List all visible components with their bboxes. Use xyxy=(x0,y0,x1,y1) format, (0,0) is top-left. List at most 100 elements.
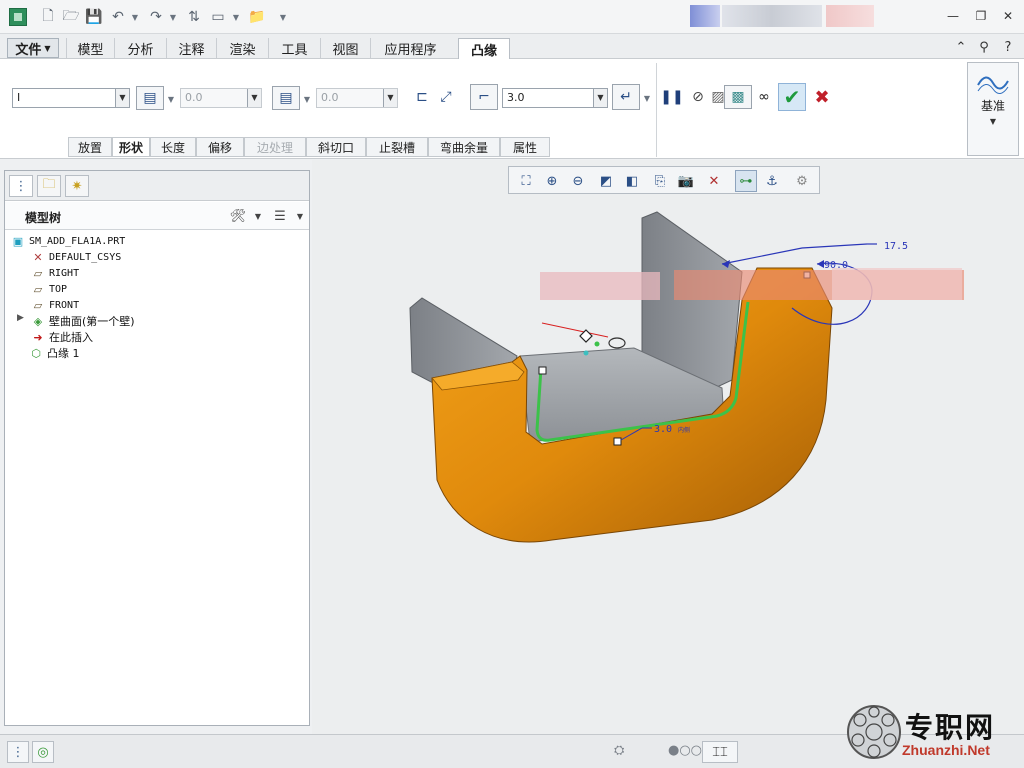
length1-field[interactable]: 0.0 ▼ xyxy=(180,88,262,108)
thickness-field[interactable]: 3.0 ▼ xyxy=(502,88,608,108)
restore-button[interactable]: ❐ xyxy=(972,8,990,24)
tab-file-label: 文件 xyxy=(15,42,42,58)
drag-handle[interactable] xyxy=(538,366,547,375)
settings-gear-icon[interactable]: ⚙ xyxy=(791,170,813,192)
dim-3-0-text[interactable]: 3.0 xyxy=(654,424,672,435)
subtab-miter-cut[interactable]: 斜切口 xyxy=(306,137,366,157)
tree-item-top[interactable]: ▱ TOP xyxy=(31,281,67,297)
minimize-button[interactable]: — xyxy=(944,8,962,24)
tree-show-icon[interactable]: ☰ xyxy=(269,206,291,226)
tab-view[interactable]: 视图 xyxy=(320,38,370,58)
display-style-icon[interactable]: ◧ xyxy=(621,170,643,192)
subtab-bend-allowance[interactable]: 弯曲余量 xyxy=(428,137,500,157)
undo-icon[interactable]: ↶ xyxy=(108,7,128,27)
tab-applications[interactable]: 应用程序 xyxy=(370,38,450,58)
app-icon[interactable] xyxy=(9,8,27,26)
tree-item-flange[interactable]: ⬡ 凸缘 1 xyxy=(29,345,79,361)
dim-17-5-text[interactable]: 17.5 xyxy=(884,241,908,252)
browser-toggle-icon[interactable]: ◎ xyxy=(32,741,54,763)
bend-radius-side-icon[interactable]: ↵ xyxy=(612,84,640,110)
subtab-length[interactable]: 长度 xyxy=(150,137,196,157)
datum-display-icon[interactable]: ✕ xyxy=(703,170,725,192)
customize-icon[interactable]: ▼ xyxy=(278,9,288,25)
tree-item-insert-here[interactable]: ➜ 在此插入 xyxy=(31,329,93,345)
zoom-in-icon[interactable]: ⊕ xyxy=(541,170,563,192)
tree-item-right[interactable]: ▱ RIGHT xyxy=(31,265,79,281)
chevron-down-icon: ▼ xyxy=(115,89,129,107)
shape-select[interactable]: I ▼ xyxy=(12,88,130,108)
length-type2-icon[interactable]: ▤ xyxy=(272,86,300,110)
subtab-properties[interactable]: 属性 xyxy=(500,137,550,157)
saved-views-icon[interactable]: ⎘ xyxy=(649,170,671,192)
save-icon[interactable]: 💾 xyxy=(84,7,104,27)
regenerate-icon[interactable]: ⇅ xyxy=(184,7,204,27)
subtab-shape[interactable]: 形状 xyxy=(112,137,150,157)
tree-item-wall[interactable]: ◈ 壁曲面(第一个壁) xyxy=(31,313,135,329)
tab-tools[interactable]: 工具 xyxy=(268,38,320,58)
sheetmetal-model[interactable]: 17.5 90.0 3.0 内侧 xyxy=(312,160,1024,734)
length2-field[interactable]: 0.0 ▼ xyxy=(316,88,398,108)
cancel-x-icon[interactable]: ✖ xyxy=(808,85,836,109)
watermark-logo-icon xyxy=(847,705,901,759)
close-button[interactable]: ✕ xyxy=(999,8,1017,24)
tree-item-csys[interactable]: ✕ DEFAULT_CSYS xyxy=(31,249,121,265)
view-manager-icon[interactable]: 📷 xyxy=(675,170,697,192)
expand-arrow-icon[interactable]: ▶ xyxy=(17,313,24,323)
tab-flange[interactable]: 凸缘 xyxy=(458,38,510,60)
tree-settings-icon[interactable]: 🛠 xyxy=(227,206,249,226)
datum-group[interactable]: 基准 ▼ xyxy=(967,62,1019,156)
tree-settings-dropdown-icon[interactable]: ▼ xyxy=(253,208,263,224)
undo-dropdown-icon[interactable]: ▼ xyxy=(130,9,140,25)
tab-file[interactable]: 文件 ▼ xyxy=(7,38,59,58)
tree-item-label: SM_ADD_FLA1A.PRT xyxy=(29,235,126,247)
wall-icon: ◈ xyxy=(33,314,43,328)
blur-redaction xyxy=(832,268,962,300)
navigator-toggle-icon[interactable]: ⋮ xyxy=(7,741,29,763)
verify-glasses-icon[interactable]: ∞ xyxy=(750,85,778,109)
help-icon[interactable]: ? xyxy=(999,38,1017,56)
thickness-side-icon[interactable]: ⌐ xyxy=(470,84,498,110)
zoom-out-icon[interactable]: ⊖ xyxy=(567,170,589,192)
selection-filter-icon[interactable]: ⌶⌶ xyxy=(702,741,738,763)
model-tree-tab-icon[interactable]: ⋮ xyxy=(9,175,33,197)
tab-annotate[interactable]: 注释 xyxy=(166,38,216,58)
flip-profile-icon[interactable]: ⤢ xyxy=(432,85,460,109)
window-dropdown-icon[interactable]: ▼ xyxy=(231,9,241,25)
dim-90-text[interactable]: 90.0 xyxy=(824,260,848,271)
tab-analysis[interactable]: 分析 xyxy=(114,38,166,58)
favorites-tab-icon[interactable]: ✷ xyxy=(65,175,89,197)
search-icon[interactable]: ⚲ xyxy=(975,38,993,56)
collapse-ribbon-icon[interactable]: ⌃ xyxy=(952,38,970,56)
folder-browser-tab-icon[interactable]: 🗀 xyxy=(37,175,61,197)
bend-radius-dropdown-icon[interactable]: ▼ xyxy=(642,90,652,106)
tree-item-label: RIGHT xyxy=(49,267,80,279)
new-file-icon[interactable]: 🗋 xyxy=(38,7,58,27)
subtab-placement[interactable]: 放置 xyxy=(68,137,112,157)
pause-icon[interactable]: ❚❚ xyxy=(658,85,686,109)
blurred-title xyxy=(722,5,822,27)
subtab-offset[interactable]: 偏移 xyxy=(196,137,244,157)
subtab-relief[interactable]: 止裂槽 xyxy=(366,137,428,157)
preview-solid-icon[interactable]: ▩ xyxy=(724,85,752,109)
rotate-handle[interactable] xyxy=(608,337,626,349)
window-icon[interactable]: ▭ xyxy=(208,7,228,27)
repaint-icon[interactable]: ◩ xyxy=(595,170,617,192)
drag-handle[interactable] xyxy=(613,437,622,446)
spin-center-icon[interactable]: ⚓ xyxy=(761,170,783,192)
watermark-url: Zhuanzhi.Net xyxy=(902,742,990,758)
annotation-display-icon[interactable]: ⊶ xyxy=(735,170,757,192)
tree-item-front[interactable]: ▱ FRONT xyxy=(31,297,79,313)
tree-item-part[interactable]: ▣ SM_ADD_FLA1A.PRT xyxy=(11,233,126,249)
redo-dropdown-icon[interactable]: ▼ xyxy=(168,9,178,25)
open-folder-icon[interactable]: 🗁 xyxy=(61,7,81,27)
length-type2-dropdown-icon[interactable]: ▼ xyxy=(302,91,312,107)
folder-icon[interactable]: 📁 xyxy=(247,7,267,27)
length-type1-icon[interactable]: ▤ xyxy=(136,86,164,110)
refit-icon[interactable]: ⛶ xyxy=(515,170,537,192)
tree-show-dropdown-icon[interactable]: ▼ xyxy=(295,208,305,224)
ok-check-icon[interactable]: ✔ xyxy=(778,83,806,111)
tab-render[interactable]: 渲染 xyxy=(216,38,268,58)
length-type1-dropdown-icon[interactable]: ▼ xyxy=(166,91,176,107)
tab-model[interactable]: 模型 xyxy=(66,38,114,58)
redo-icon[interactable]: ↷ xyxy=(146,7,166,27)
